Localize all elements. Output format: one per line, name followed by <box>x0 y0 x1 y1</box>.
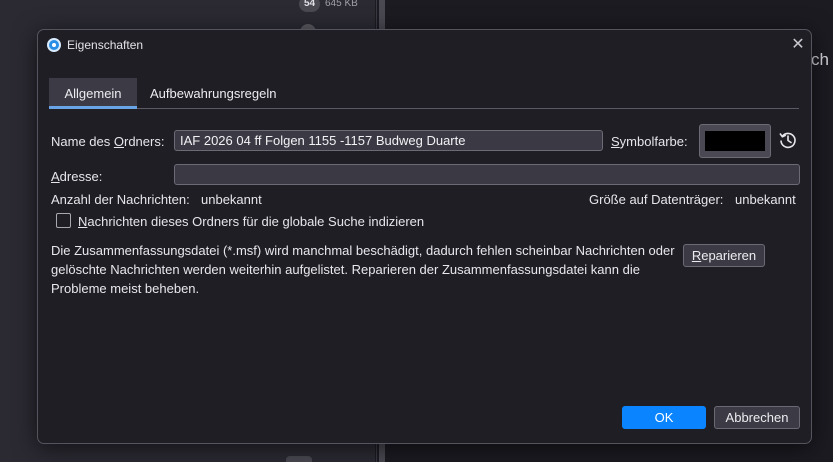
close-icon[interactable]: ✕ <box>788 35 808 55</box>
disk-size-value: unbekannt <box>735 192 796 207</box>
repair-button-accesskey: R <box>691 248 702 263</box>
address-label-suffix: dresse: <box>59 169 103 184</box>
folder-name-label-accesskey: O <box>113 134 124 149</box>
summary-file-description: Die Zusammenfassungsdatei (*.msf) wird m… <box>51 243 675 296</box>
color-swatch <box>705 131 765 151</box>
ok-button[interactable]: OK <box>622 406 706 429</box>
disk-size-label: Größe auf Datenträger: <box>589 192 724 207</box>
message-count-value: unbekannt <box>201 192 262 207</box>
folder-name-label-prefix: Name des <box>51 134 114 149</box>
symbol-color-label: Symbolfarbe: <box>611 134 688 149</box>
folder-name-input[interactable]: IAF 2026 04 ff Folgen 1155 -1157 Budweg … <box>174 130 603 151</box>
message-count-label: Anzahl der Nachrichten: <box>51 192 190 207</box>
tab-retention-rules[interactable]: Aufbewahrungsregeln <box>138 78 288 109</box>
tab-general[interactable]: Allgemein <box>49 78 137 109</box>
folder-properties-dialog: Eigenschaften ✕ Allgemein Aufbewahrungsr… <box>37 29 812 444</box>
symbol-color-label-accesskey: S <box>611 134 620 149</box>
symbol-color-label-suffix: ymbolfarbe: <box>619 134 688 149</box>
address-label-accesskey: A <box>51 169 60 184</box>
thunderbird-icon <box>47 38 61 52</box>
folder-name-label-suffix: rdners: <box>124 134 165 149</box>
unread-count-badge: 54 <box>299 0 321 12</box>
index-checkbox-label-suffix: achrichten dieses Ordners für die global… <box>87 214 425 229</box>
symbol-color-picker[interactable] <box>699 124 771 158</box>
index-folder-checkbox[interactable] <box>56 213 71 228</box>
folder-name-label: Name des Ordners: <box>51 134 164 149</box>
repair-button[interactable]: Reparieren <box>683 244 765 267</box>
cancel-button[interactable]: Abbrechen <box>714 406 800 429</box>
repair-button-label: eparieren <box>701 248 757 263</box>
index-folder-checkbox-label[interactable]: Nachrichten dieses Ordners für die globa… <box>78 214 424 229</box>
background-pill <box>286 456 312 462</box>
address-field[interactable] <box>174 164 800 185</box>
dialog-title: Eigenschaften <box>67 38 144 52</box>
index-checkbox-accesskey: N <box>78 214 88 229</box>
folder-size-text: 645 KB <box>325 0 358 9</box>
dialog-titlebar[interactable]: Eigenschaften ✕ <box>38 30 811 60</box>
tab-bar: Allgemein Aufbewahrungsregeln <box>49 78 799 109</box>
reset-history-icon[interactable] <box>778 130 798 150</box>
background-text-fragment: ch <box>811 50 829 69</box>
address-label: Adresse: <box>51 169 102 184</box>
